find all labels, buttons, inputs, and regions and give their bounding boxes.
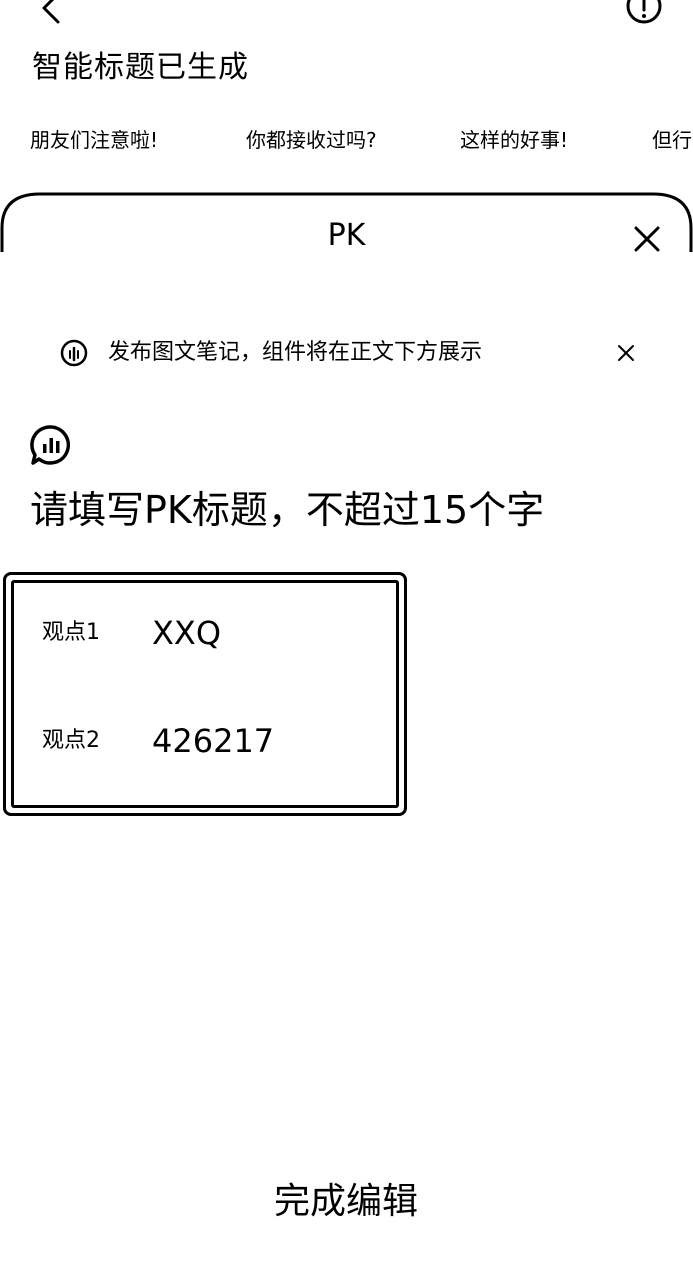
sheet-title: PK bbox=[327, 218, 366, 253]
close-icon[interactable] bbox=[628, 220, 666, 258]
option-value-input[interactable] bbox=[152, 717, 372, 765]
pk-bottom-sheet: PK 发布图文笔记，组件将在正文下方展示 观点1 观点2 bbox=[0, 192, 693, 1280]
close-icon[interactable] bbox=[614, 341, 638, 365]
option-label: 观点1 bbox=[42, 620, 100, 645]
done-editing-button[interactable]: 完成编辑 bbox=[196, 1172, 496, 1232]
chevron-left-icon[interactable] bbox=[36, 0, 70, 26]
info-circle-icon bbox=[60, 339, 88, 367]
title-suggestion-chip[interactable]: 这样的好事! bbox=[460, 126, 568, 154]
pk-option-row: 观点1 bbox=[42, 609, 382, 657]
top-bar bbox=[0, 0, 693, 40]
notice-text: 发布图文笔记，组件将在正文下方展示 bbox=[108, 340, 483, 365]
pk-option-row: 观点2 bbox=[42, 717, 382, 765]
pk-options-box: 观点1 观点2 bbox=[3, 572, 407, 816]
option-label: 观点2 bbox=[42, 728, 100, 753]
info-circle-icon[interactable] bbox=[624, 0, 664, 26]
notice-banner: 发布图文笔记，组件将在正文下方展示 bbox=[60, 336, 660, 370]
title-suggestion-chip[interactable]: 你都接收过吗? bbox=[246, 126, 377, 154]
page-heading: 智能标题已生成 bbox=[32, 50, 249, 85]
pk-title-input[interactable] bbox=[30, 482, 670, 538]
option-value-input[interactable] bbox=[152, 609, 372, 657]
title-suggestion-chip[interactable]: 但行 bbox=[652, 126, 692, 154]
chat-bubble-chart-icon bbox=[30, 425, 71, 465]
title-suggestion-list: 朋友们注意啦! 你都接收过吗? 这样的好事! 但行 bbox=[30, 126, 693, 156]
title-suggestion-chip[interactable]: 朋友们注意啦! bbox=[30, 126, 158, 154]
